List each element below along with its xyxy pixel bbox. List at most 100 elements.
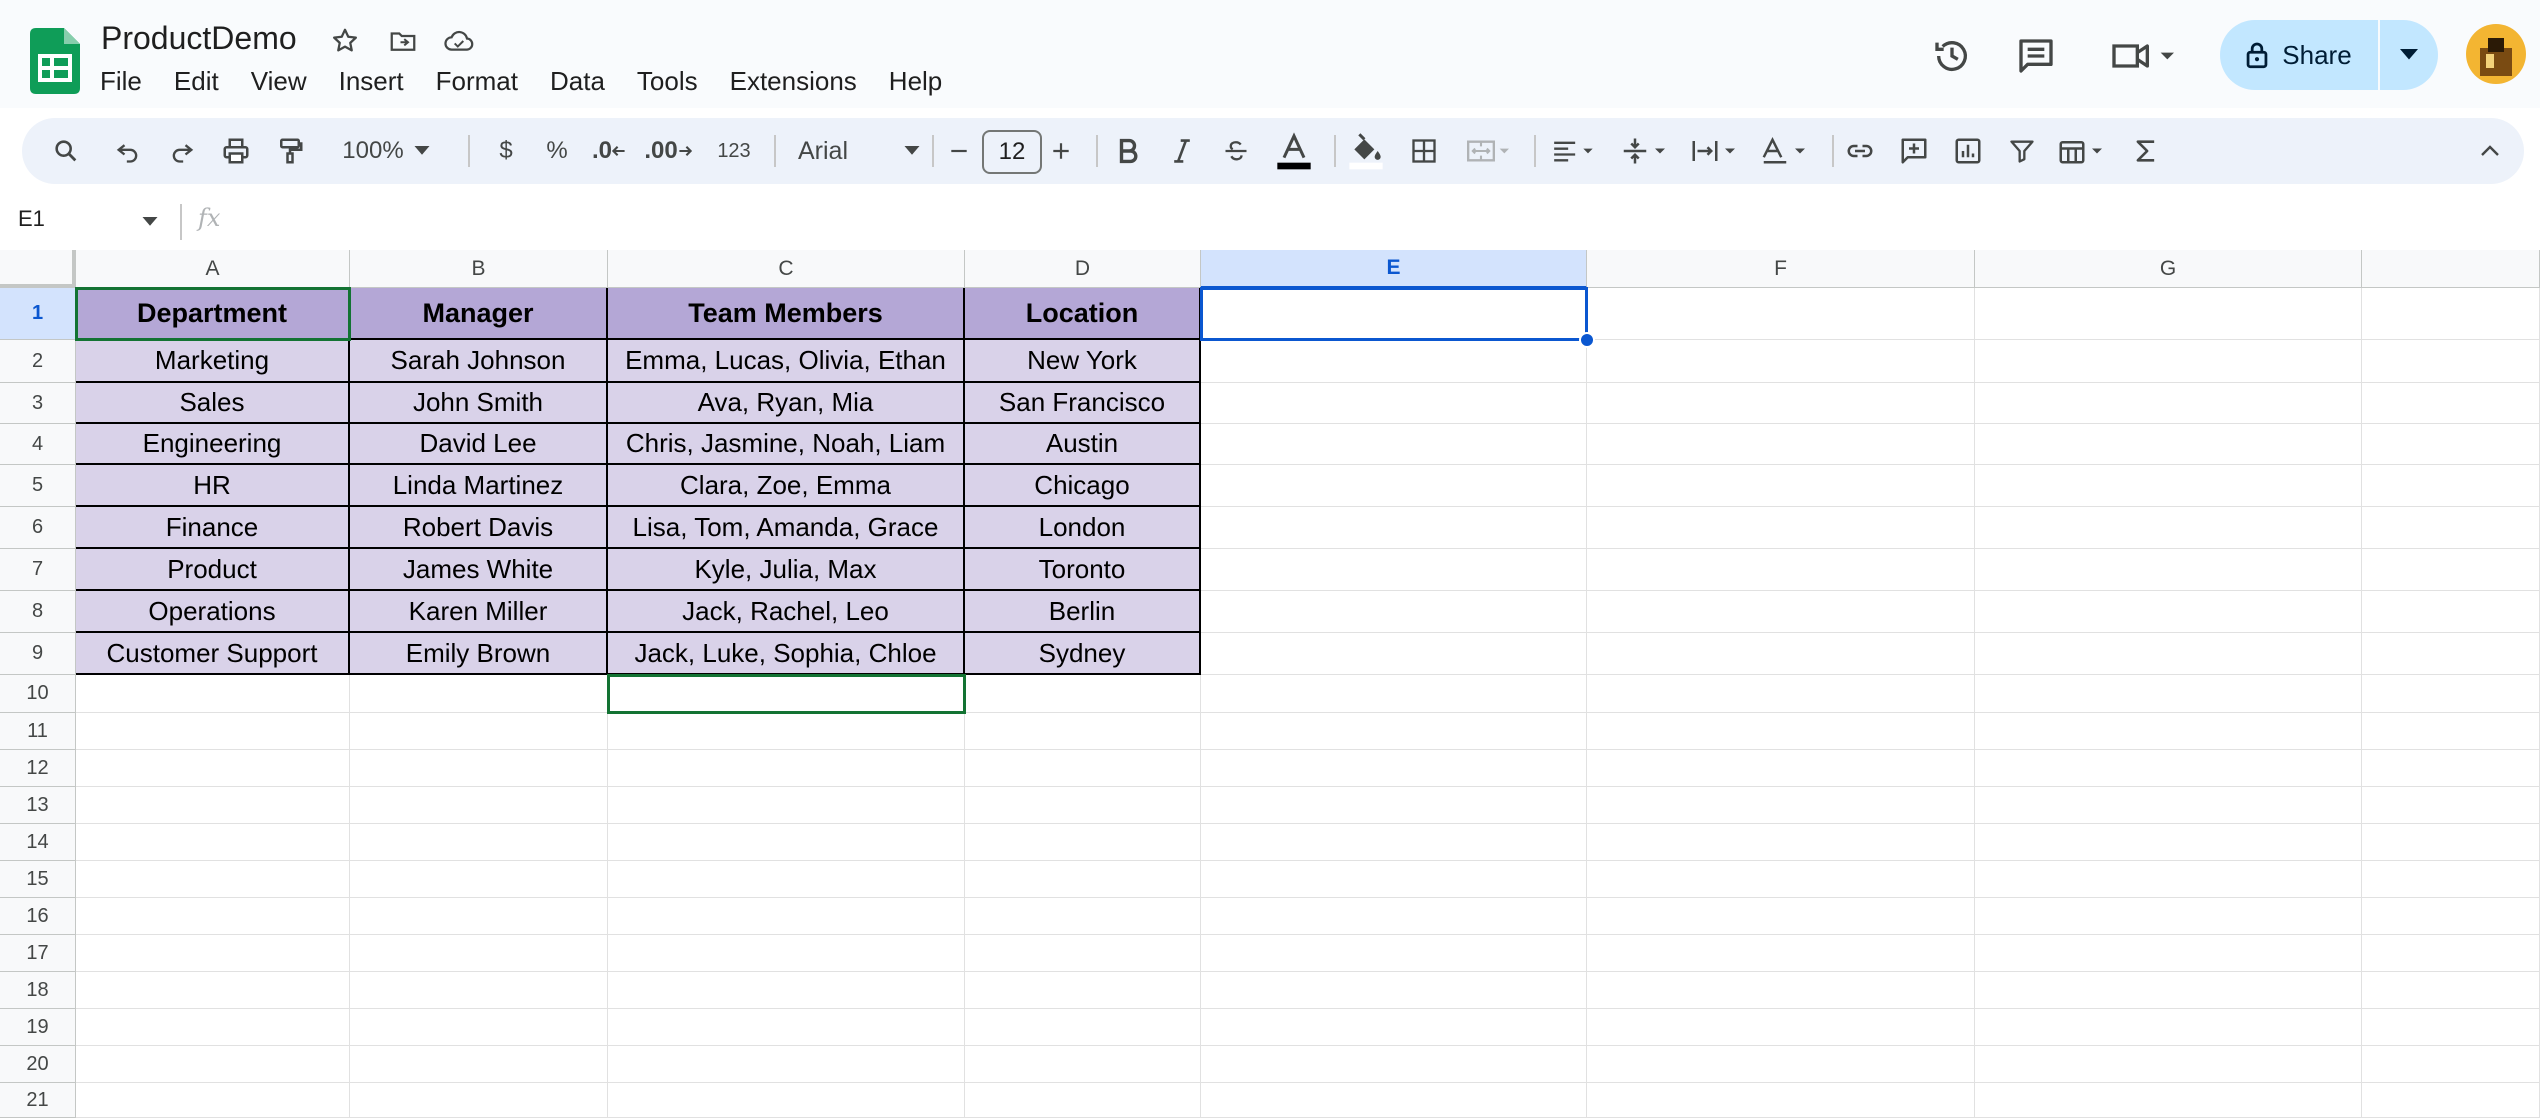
empty-cell-f8[interactable]	[1587, 591, 1975, 633]
empty-cell-x13[interactable]	[2362, 787, 2540, 824]
empty-cell-c20[interactable]	[608, 1046, 965, 1083]
header-cell[interactable]: Team Members	[608, 288, 965, 340]
empty-cell-a10[interactable]	[76, 675, 350, 713]
empty-cell-e7[interactable]	[1201, 549, 1587, 591]
empty-cell-f20[interactable]	[1587, 1046, 1975, 1083]
share-button[interactable]: Share	[2220, 20, 2378, 90]
row-header-2[interactable]: 2	[0, 340, 76, 383]
empty-cell-e16[interactable]	[1201, 898, 1587, 935]
empty-cell-x1[interactable]	[2362, 288, 2540, 340]
empty-cell-g3[interactable]	[1975, 383, 2362, 424]
undo-icon[interactable]	[108, 118, 148, 184]
empty-cell-b18[interactable]	[350, 972, 608, 1009]
name-box[interactable]: E1	[18, 206, 45, 232]
empty-cell-g2[interactable]	[1975, 340, 2362, 383]
table-cell[interactable]: New York	[965, 340, 1201, 383]
column-header-b[interactable]: B	[350, 250, 608, 288]
table-cell[interactable]: Operations	[76, 591, 350, 633]
empty-cell-c12[interactable]	[608, 750, 965, 787]
menu-help[interactable]: Help	[873, 62, 958, 102]
empty-cell-f2[interactable]	[1587, 340, 1975, 383]
menu-view[interactable]: View	[235, 62, 323, 102]
empty-cell-x14[interactable]	[2362, 824, 2540, 861]
empty-cell-x16[interactable]	[2362, 898, 2540, 935]
empty-cell-d15[interactable]	[965, 861, 1201, 898]
empty-cell-e18[interactable]	[1201, 972, 1587, 1009]
empty-cell-e3[interactable]	[1201, 383, 1587, 424]
bold-icon[interactable]	[1108, 118, 1148, 184]
row-header-12[interactable]: 12	[0, 750, 76, 787]
vertical-align-icon[interactable]	[1612, 118, 1678, 184]
empty-cell-b19[interactable]	[350, 1009, 608, 1046]
font-size-input[interactable]: 12	[982, 130, 1042, 174]
merge-cells-icon[interactable]	[1458, 118, 1518, 184]
empty-cell-a21[interactable]	[76, 1083, 350, 1118]
increase-decimal-button[interactable]: .00	[636, 118, 700, 184]
empty-cell-f6[interactable]	[1587, 507, 1975, 549]
more-formats-button[interactable]: 123	[704, 118, 764, 184]
cloud-saved-icon[interactable]	[440, 22, 478, 60]
empty-cell-x11[interactable]	[2362, 713, 2540, 750]
empty-cell-d10[interactable]	[965, 675, 1201, 713]
empty-cell-b14[interactable]	[350, 824, 608, 861]
comments-icon[interactable]	[2008, 28, 2064, 84]
empty-cell-x4[interactable]	[2362, 424, 2540, 465]
table-cell[interactable]: San Francisco	[965, 383, 1201, 424]
decrease-font-size-button[interactable]	[940, 118, 978, 184]
column-header-f[interactable]: F	[1587, 250, 1975, 288]
name-box-dropdown-icon[interactable]	[142, 214, 158, 232]
empty-cell-a16[interactable]	[76, 898, 350, 935]
empty-cell-g8[interactable]	[1975, 591, 2362, 633]
text-rotation-icon[interactable]	[1752, 118, 1818, 184]
sheets-logo-icon[interactable]	[30, 28, 80, 94]
row-header-13[interactable]: 13	[0, 787, 76, 824]
empty-cell-x6[interactable]	[2362, 507, 2540, 549]
empty-cell-g18[interactable]	[1975, 972, 2362, 1009]
row-header-20[interactable]: 20	[0, 1046, 76, 1083]
row-header-8[interactable]: 8	[0, 591, 76, 633]
fill-handle[interactable]	[1579, 332, 1595, 348]
empty-cell-g17[interactable]	[1975, 935, 2362, 972]
insert-chart-icon[interactable]	[1948, 118, 1988, 184]
table-cell[interactable]: Sarah Johnson	[350, 340, 608, 383]
filter-icon[interactable]	[2002, 118, 2042, 184]
font-family-select[interactable]: Arial	[784, 118, 934, 184]
empty-cell-f3[interactable]	[1587, 383, 1975, 424]
menu-edit[interactable]: Edit	[158, 62, 235, 102]
table-cell[interactable]: Clara, Zoe, Emma	[608, 465, 965, 507]
empty-cell-e17[interactable]	[1201, 935, 1587, 972]
empty-cell-g10[interactable]	[1975, 675, 2362, 713]
zoom-select[interactable]: 100%	[326, 118, 446, 184]
empty-cell-a11[interactable]	[76, 713, 350, 750]
empty-cell-a13[interactable]	[76, 787, 350, 824]
empty-cell-g15[interactable]	[1975, 861, 2362, 898]
table-cell[interactable]: Lisa, Tom, Amanda, Grace	[608, 507, 965, 549]
empty-cell-a12[interactable]	[76, 750, 350, 787]
empty-cell-g11[interactable]	[1975, 713, 2362, 750]
empty-cell-b21[interactable]	[350, 1083, 608, 1118]
empty-cell-b15[interactable]	[350, 861, 608, 898]
collapse-toolbar-icon[interactable]	[2470, 118, 2510, 184]
empty-cell-f11[interactable]	[1587, 713, 1975, 750]
empty-cell-g5[interactable]	[1975, 465, 2362, 507]
row-header-3[interactable]: 3	[0, 383, 76, 424]
empty-cell-d16[interactable]	[965, 898, 1201, 935]
empty-cell-c13[interactable]	[608, 787, 965, 824]
empty-cell-f4[interactable]	[1587, 424, 1975, 465]
empty-cell-d20[interactable]	[965, 1046, 1201, 1083]
empty-cell-g12[interactable]	[1975, 750, 2362, 787]
borders-icon[interactable]	[1404, 118, 1444, 184]
empty-cell-c14[interactable]	[608, 824, 965, 861]
empty-cell-d18[interactable]	[965, 972, 1201, 1009]
table-cell[interactable]: Austin	[965, 424, 1201, 465]
horizontal-align-icon[interactable]	[1544, 118, 1604, 184]
row-header-6[interactable]: 6	[0, 507, 76, 549]
redo-icon[interactable]	[162, 118, 202, 184]
empty-cell-g7[interactable]	[1975, 549, 2362, 591]
table-cell[interactable]: Karen Miller	[350, 591, 608, 633]
table-cell[interactable]: HR	[76, 465, 350, 507]
empty-cell-x15[interactable]	[2362, 861, 2540, 898]
table-cell[interactable]: John Smith	[350, 383, 608, 424]
empty-cell-a18[interactable]	[76, 972, 350, 1009]
empty-cell-g16[interactable]	[1975, 898, 2362, 935]
